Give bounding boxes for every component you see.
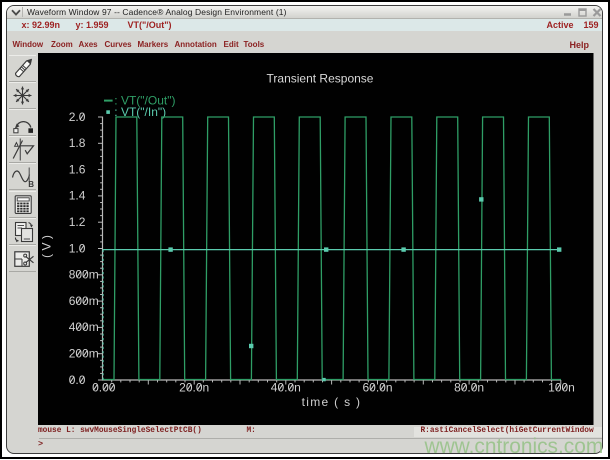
svg-text:1.0: 1.0 — [69, 241, 86, 255]
svg-text:1.6: 1.6 — [69, 162, 86, 176]
svg-text:1.8: 1.8 — [69, 136, 86, 150]
svg-text:0.0: 0.0 — [69, 373, 86, 387]
svg-text:400m: 400m — [69, 320, 99, 334]
svg-text:time ( s ): time ( s ) — [302, 395, 362, 409]
svg-text:800m: 800m — [69, 268, 99, 282]
svg-text:200m: 200m — [69, 347, 99, 361]
svg-text:60.0n: 60.0n — [362, 381, 392, 395]
svg-text:100n: 100n — [548, 381, 575, 395]
svg-text:Transient Response: Transient Response — [267, 71, 374, 85]
svg-text:1.4: 1.4 — [69, 189, 86, 203]
svg-text:( V ): ( V ) — [40, 235, 54, 258]
svg-text:1.2: 1.2 — [69, 215, 86, 229]
svg-text:80.0n: 80.0n — [454, 381, 484, 395]
svg-text:20.0n: 20.0n — [179, 381, 209, 395]
svg-text:600m: 600m — [69, 294, 99, 308]
svg-text:2.0: 2.0 — [69, 110, 86, 124]
svg-text:40.0n: 40.0n — [271, 381, 301, 395]
